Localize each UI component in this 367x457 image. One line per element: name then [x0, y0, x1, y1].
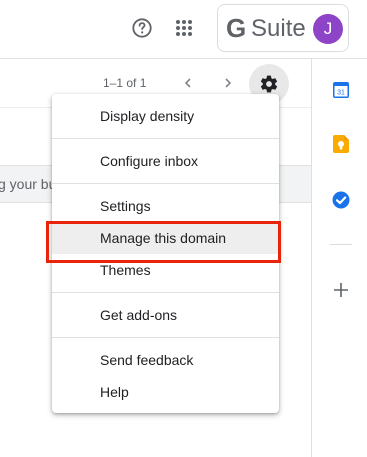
menu-item-configure-inbox[interactable]: Configure inbox [52, 145, 279, 177]
apps-grid-icon [176, 20, 192, 36]
help-circle-icon [132, 18, 152, 38]
add-addon-button[interactable] [331, 280, 351, 300]
older-button[interactable] [176, 71, 200, 95]
newer-button[interactable] [216, 71, 240, 95]
menu-divider [52, 138, 279, 139]
top-header: G Suite J [0, 0, 367, 59]
settings-menu: Display density Configure inbox Settings… [52, 94, 279, 413]
chevron-left-icon [184, 78, 191, 88]
menu-divider [52, 292, 279, 293]
calendar-app-button[interactable]: 31 [332, 81, 350, 99]
avatar-initial: J [323, 19, 333, 38]
menu-item-label: Send feedback [100, 352, 194, 368]
menu-item-label: Themes [100, 262, 151, 278]
tasks-icon [332, 191, 350, 209]
menu-divider [52, 183, 279, 184]
pagination-label: 1–1 of 1 [103, 76, 147, 90]
menu-item-help[interactable]: Help [52, 376, 279, 408]
gsuite-account-badge[interactable]: G Suite J [217, 4, 349, 52]
menu-item-get-add-ons[interactable]: Get add-ons [52, 299, 279, 331]
side-panel: 31 [311, 59, 367, 457]
calendar-icon: 31 [333, 82, 349, 98]
menu-item-label: Manage this domain [100, 230, 227, 246]
apps-button[interactable] [168, 12, 200, 44]
menu-item-label: Configure inbox [100, 153, 199, 169]
notice-text: g your bu [0, 176, 57, 192]
menu-item-label: Get add-ons [100, 307, 178, 323]
menu-item-label: Help [100, 384, 129, 400]
gsuite-logo-g: G [226, 13, 247, 43]
gear-icon [260, 75, 278, 93]
help-button[interactable] [126, 12, 158, 44]
chevron-right-icon [225, 78, 232, 88]
gsuite-logo-word: Suite [251, 15, 306, 42]
keep-icon [333, 135, 349, 153]
avatar[interactable]: J [313, 14, 343, 44]
calendar-day: 31 [337, 90, 345, 97]
menu-item-send-feedback[interactable]: Send feedback [52, 344, 279, 376]
menu-item-label: Settings [100, 198, 151, 214]
side-panel-divider [330, 244, 352, 245]
menu-item-settings[interactable]: Settings [52, 190, 279, 222]
menu-item-themes[interactable]: Themes [52, 254, 279, 286]
menu-item-display-density[interactable]: Display density [52, 100, 279, 132]
menu-item-label: Display density [100, 108, 195, 124]
keep-app-button[interactable] [332, 135, 350, 153]
tasks-app-button[interactable] [332, 191, 350, 209]
add-icon [334, 283, 348, 297]
menu-item-manage-this-domain[interactable]: Manage this domain [52, 222, 279, 254]
menu-divider [52, 337, 279, 338]
